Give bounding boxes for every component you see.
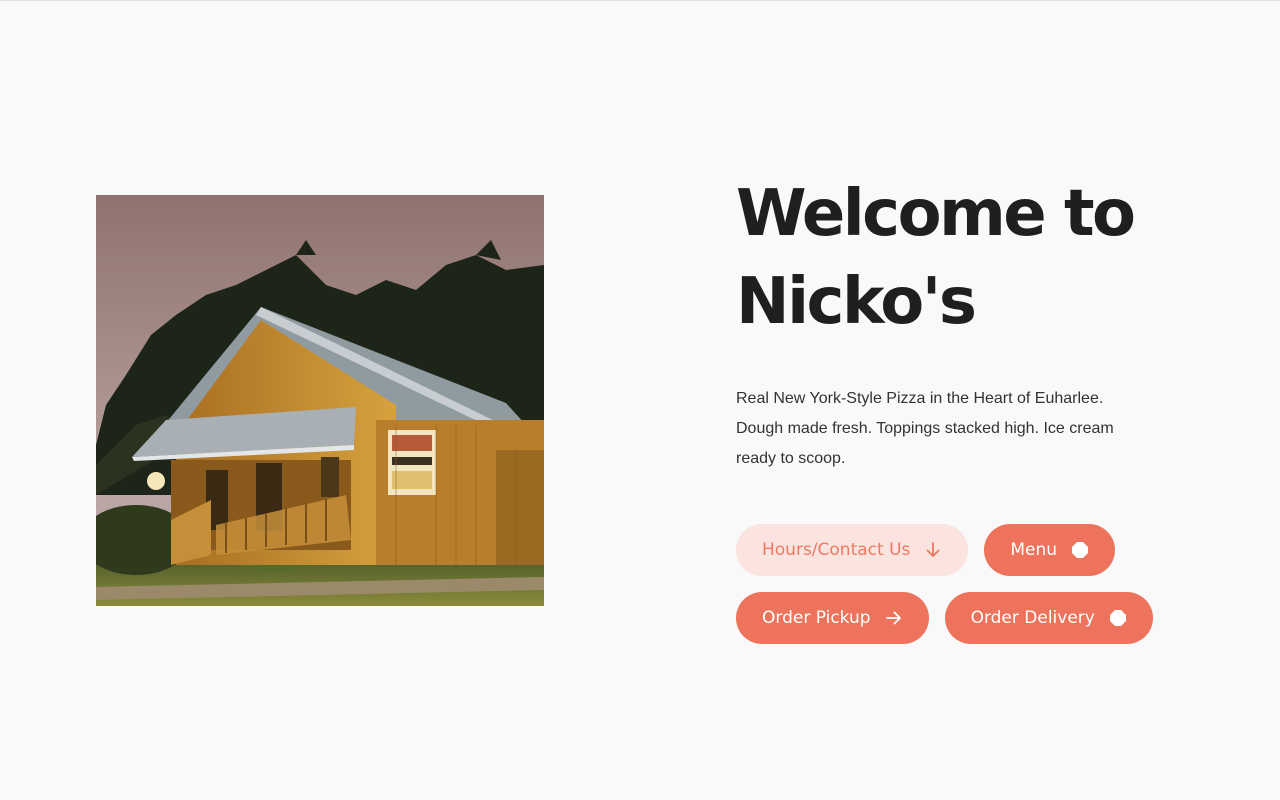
action-buttons: Hours/Contact Us Menu Order Pickup Order… xyxy=(736,524,1176,644)
title-line-1: Welcome to xyxy=(736,177,1136,251)
arrow-right-icon xyxy=(885,611,901,625)
circle-icon xyxy=(1072,542,1089,558)
page-title: Welcome to Nicko's xyxy=(736,170,1196,346)
circle-icon xyxy=(1109,610,1126,626)
menu-label: Menu xyxy=(1010,540,1058,560)
hours-contact-button[interactable]: Hours/Contact Us xyxy=(736,524,969,576)
order-delivery-label: Order Delivery xyxy=(970,608,1095,628)
arrow-down-icon xyxy=(926,542,940,557)
menu-button[interactable]: Menu xyxy=(984,524,1116,576)
top-divider xyxy=(0,0,1280,1)
hours-contact-label: Hours/Contact Us xyxy=(762,540,911,560)
intro-text: Real New York-Style Pizza in the Heart o… xyxy=(736,390,1114,467)
title-line-2: Nicko's xyxy=(736,265,977,339)
order-pickup-label: Order Pickup xyxy=(762,608,871,628)
order-delivery-button[interactable]: Order Delivery xyxy=(944,592,1153,644)
order-pickup-button[interactable]: Order Pickup xyxy=(736,592,929,644)
hero-content: Welcome to Nicko's Real New York-Style P… xyxy=(736,170,1206,644)
restaurant-photo xyxy=(96,195,544,606)
